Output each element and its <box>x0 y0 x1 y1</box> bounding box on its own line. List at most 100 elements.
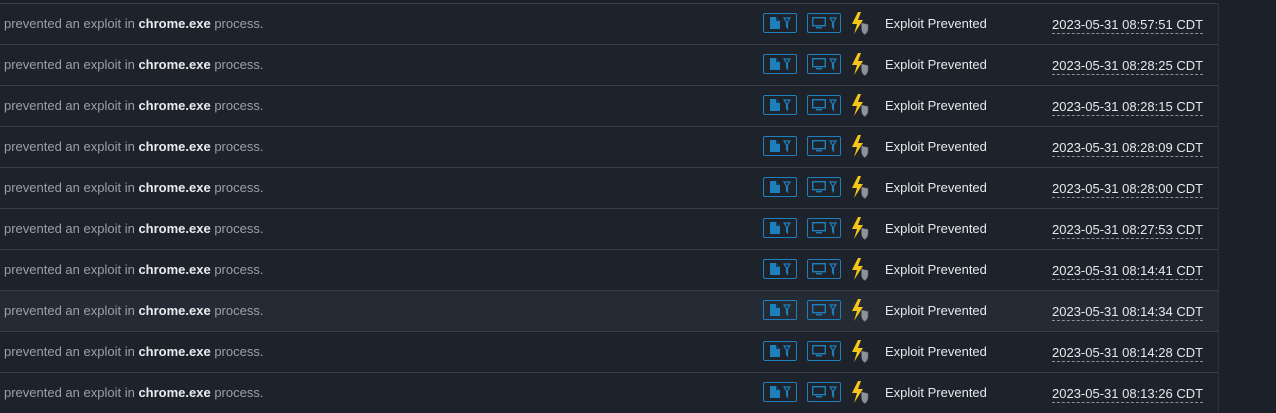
filter-by-file-button[interactable] <box>763 341 797 361</box>
event-message-prefix: prevented an exploit in <box>4 180 135 195</box>
status-label: Exploit Prevented <box>885 221 987 236</box>
event-timestamp[interactable]: 2023-05-31 08:57:51 CDT <box>1052 17 1204 34</box>
event-timestamp[interactable]: 2023-05-31 08:28:00 CDT <box>1052 181 1204 198</box>
event-row[interactable]: prevented an exploit in chrome.exe proce… <box>0 167 1218 208</box>
file-icon <box>769 181 780 193</box>
file-icon <box>769 140 780 152</box>
filter-by-file-button[interactable] <box>763 259 797 279</box>
filter-icon <box>782 140 791 152</box>
filter-by-device-button[interactable] <box>807 341 841 361</box>
exploit-bolt-shield-icon <box>852 94 869 117</box>
filter-by-file-button[interactable] <box>763 54 797 74</box>
filter-by-device-button[interactable] <box>807 259 841 279</box>
monitor-icon <box>811 386 826 398</box>
event-message-prefix: prevented an exploit in <box>4 221 135 236</box>
filter-icon <box>828 181 837 193</box>
event-message: prevented an exploit in chrome.exe proce… <box>4 16 263 31</box>
filter-icon <box>782 99 791 111</box>
exploit-bolt-shield-icon <box>852 258 869 281</box>
event-message-suffix: process. <box>214 139 264 154</box>
filter-by-device-button[interactable] <box>807 300 841 320</box>
status-label: Exploit Prevented <box>885 57 987 72</box>
event-message-suffix: process. <box>214 221 264 236</box>
event-timestamp[interactable]: 2023-05-31 08:14:28 CDT <box>1052 345 1204 362</box>
event-message-prefix: prevented an exploit in <box>4 262 135 277</box>
exploit-bolt-shield-icon <box>852 135 869 158</box>
process-name: chrome.exe <box>138 221 211 236</box>
process-name: chrome.exe <box>138 139 211 154</box>
event-row[interactable]: prevented an exploit in chrome.exe proce… <box>0 372 1218 413</box>
event-message: prevented an exploit in chrome.exe proce… <box>4 180 263 195</box>
filter-icon <box>828 263 837 275</box>
filter-by-file-button[interactable] <box>763 136 797 156</box>
event-message-prefix: prevented an exploit in <box>4 139 135 154</box>
exploit-bolt-shield-icon <box>852 381 869 404</box>
exploit-bolt-shield-icon <box>852 53 869 76</box>
filter-by-device-button[interactable] <box>807 218 841 238</box>
event-row[interactable]: prevented an exploit in chrome.exe proce… <box>0 331 1218 372</box>
event-list: prevented an exploit in chrome.exe proce… <box>0 3 1219 413</box>
event-message-prefix: prevented an exploit in <box>4 344 135 359</box>
event-row[interactable]: prevented an exploit in chrome.exe proce… <box>0 208 1218 249</box>
event-row[interactable]: prevented an exploit in chrome.exe proce… <box>0 290 1218 331</box>
filter-by-file-button[interactable] <box>763 218 797 238</box>
file-icon <box>769 345 780 357</box>
exploit-bolt-shield-icon <box>852 299 869 322</box>
event-message-suffix: process. <box>214 180 264 195</box>
file-icon <box>769 263 780 275</box>
event-timestamp[interactable]: 2023-05-31 08:13:26 CDT <box>1052 386 1204 403</box>
file-icon <box>769 17 780 29</box>
event-message-prefix: prevented an exploit in <box>4 385 135 400</box>
event-row[interactable]: prevented an exploit in chrome.exe proce… <box>0 44 1218 85</box>
filter-icon <box>828 99 837 111</box>
filter-icon <box>828 304 837 316</box>
file-icon <box>769 386 780 398</box>
filter-by-device-button[interactable] <box>807 136 841 156</box>
process-name: chrome.exe <box>138 180 211 195</box>
event-message: prevented an exploit in chrome.exe proce… <box>4 303 263 318</box>
filter-by-file-button[interactable] <box>763 300 797 320</box>
event-message-prefix: prevented an exploit in <box>4 303 135 318</box>
status-label: Exploit Prevented <box>885 385 987 400</box>
event-timestamp[interactable]: 2023-05-31 08:14:41 CDT <box>1052 263 1204 280</box>
status-label: Exploit Prevented <box>885 98 987 113</box>
monitor-icon <box>811 140 826 152</box>
filter-by-file-button[interactable] <box>763 382 797 402</box>
monitor-icon <box>811 58 826 70</box>
filter-by-device-button[interactable] <box>807 177 841 197</box>
filter-icon <box>782 181 791 193</box>
event-timestamp[interactable]: 2023-05-31 08:28:09 CDT <box>1052 140 1204 157</box>
filter-by-device-button[interactable] <box>807 13 841 33</box>
filter-icon <box>828 17 837 29</box>
status-label: Exploit Prevented <box>885 262 987 277</box>
event-timestamp[interactable]: 2023-05-31 08:28:25 CDT <box>1052 58 1204 75</box>
status-label: Exploit Prevented <box>885 16 987 31</box>
filter-icon <box>828 386 837 398</box>
filter-by-file-button[interactable] <box>763 95 797 115</box>
event-timestamp[interactable]: 2023-05-31 08:27:53 CDT <box>1052 222 1204 239</box>
filter-by-file-button[interactable] <box>763 177 797 197</box>
event-row[interactable]: prevented an exploit in chrome.exe proce… <box>0 3 1218 44</box>
process-name: chrome.exe <box>138 385 211 400</box>
exploit-bolt-shield-icon <box>852 217 869 240</box>
event-message: prevented an exploit in chrome.exe proce… <box>4 139 263 154</box>
filter-icon <box>782 222 791 234</box>
event-row[interactable]: prevented an exploit in chrome.exe proce… <box>0 85 1218 126</box>
filter-by-device-button[interactable] <box>807 54 841 74</box>
event-timestamp[interactable]: 2023-05-31 08:28:15 CDT <box>1052 99 1204 116</box>
event-row[interactable]: prevented an exploit in chrome.exe proce… <box>0 126 1218 167</box>
filter-by-device-button[interactable] <box>807 95 841 115</box>
event-row[interactable]: prevented an exploit in chrome.exe proce… <box>0 249 1218 290</box>
event-rows: prevented an exploit in chrome.exe proce… <box>0 3 1218 413</box>
process-name: chrome.exe <box>138 303 211 318</box>
file-icon <box>769 222 780 234</box>
event-timestamp[interactable]: 2023-05-31 08:14:34 CDT <box>1052 304 1204 321</box>
event-message: prevented an exploit in chrome.exe proce… <box>4 221 263 236</box>
filter-icon <box>782 345 791 357</box>
filter-by-file-button[interactable] <box>763 13 797 33</box>
event-message: prevented an exploit in chrome.exe proce… <box>4 98 263 113</box>
event-message: prevented an exploit in chrome.exe proce… <box>4 344 263 359</box>
status-label: Exploit Prevented <box>885 180 987 195</box>
process-name: chrome.exe <box>138 262 211 277</box>
filter-by-device-button[interactable] <box>807 382 841 402</box>
